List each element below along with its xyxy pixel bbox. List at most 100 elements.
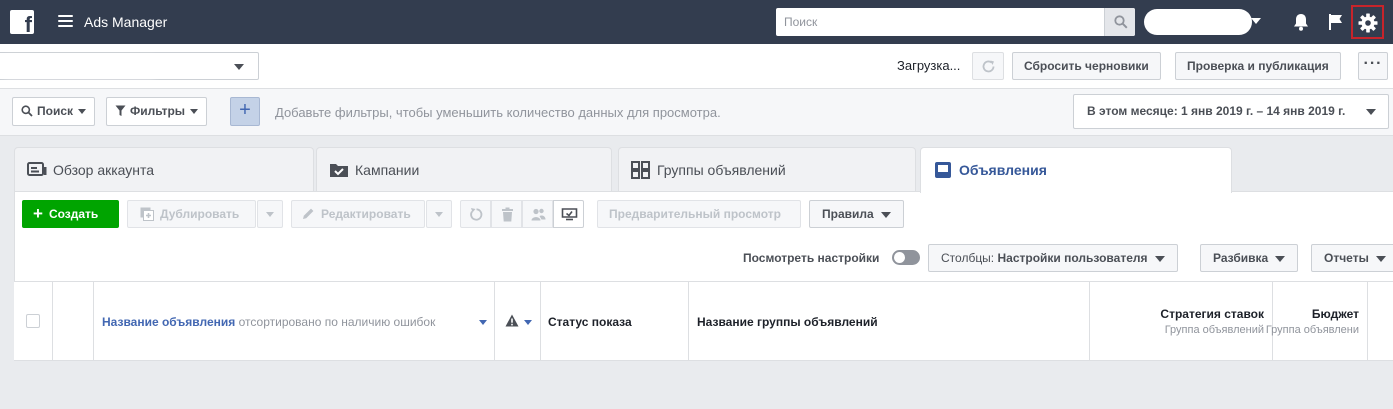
chevron-down-icon bbox=[266, 212, 274, 217]
column-errors[interactable] bbox=[495, 282, 541, 361]
filter-bar: Поиск Фильтры + Добавьте фильтры, чтобы … bbox=[0, 89, 1393, 136]
column-ad-set-name[interactable]: Название группы объявлений bbox=[689, 282, 1090, 361]
tab-campaigns[interactable]: Кампании bbox=[316, 147, 612, 191]
search-icon bbox=[1114, 15, 1128, 29]
tab-label: Группы объявлений bbox=[657, 162, 786, 178]
search-input[interactable] bbox=[776, 8, 1104, 36]
chevron-down-icon bbox=[1375, 255, 1386, 262]
review-and-publish-button[interactable]: Проверка и публикация bbox=[1175, 52, 1341, 80]
ad-name-header-text: Название объявления отсортировано по нал… bbox=[102, 315, 435, 329]
breakdown-label: Разбивка bbox=[1213, 251, 1269, 265]
edit-label: Редактировать bbox=[321, 207, 411, 221]
tab-ad-sets[interactable]: Группы объявлений bbox=[618, 147, 916, 191]
columns-button[interactable]: Столбцы: Настройки пользователя bbox=[928, 244, 1178, 272]
flag-icon[interactable] bbox=[1325, 11, 1347, 33]
bell-icon[interactable] bbox=[1290, 11, 1312, 33]
trash-icon bbox=[502, 207, 513, 222]
refresh-button[interactable] bbox=[972, 52, 1004, 80]
preview-button[interactable]: Предварительный просмотр bbox=[597, 200, 801, 228]
column-ad-name[interactable]: Название объявления отсортировано по нал… bbox=[94, 282, 495, 361]
duplicate-dropdown[interactable] bbox=[257, 200, 283, 228]
delete-button[interactable] bbox=[491, 200, 522, 228]
discard-drafts-button[interactable]: Сбросить черновики bbox=[1012, 52, 1161, 80]
tab-account-overview[interactable]: Обзор аккаунта bbox=[14, 147, 314, 191]
select-all-checkbox[interactable] bbox=[26, 314, 40, 328]
refresh-icon bbox=[982, 60, 995, 73]
ad-icon bbox=[935, 162, 951, 178]
table-header: Название объявления отсортировано по нал… bbox=[14, 281, 1393, 361]
duplicate-button[interactable]: Дублировать bbox=[127, 200, 256, 228]
more-options-button[interactable]: ··· bbox=[1358, 52, 1388, 80]
chevron-down-icon bbox=[78, 109, 87, 115]
tab-label: Объявления bbox=[959, 162, 1047, 178]
budget-title: Бюджет bbox=[1311, 307, 1359, 321]
edit-dropdown[interactable] bbox=[426, 200, 452, 228]
date-range-picker[interactable]: В этом месяце: 1 янв 2019 г. – 14 янв 20… bbox=[1073, 94, 1389, 129]
search-filter-button[interactable]: Поиск bbox=[12, 97, 96, 126]
revert-button[interactable] bbox=[460, 200, 491, 228]
create-button[interactable]: + Создать bbox=[22, 200, 119, 228]
facebook-logo[interactable]: f bbox=[10, 10, 34, 34]
breakdown-button[interactable]: Разбивка bbox=[1200, 244, 1299, 272]
account-overview-icon bbox=[27, 162, 47, 176]
preview-toggle-button[interactable] bbox=[553, 200, 584, 228]
people-icon bbox=[531, 208, 546, 221]
select-all-column bbox=[14, 282, 53, 361]
budget-subtitle: Группа объявлени bbox=[1265, 324, 1359, 336]
ad-name-header[interactable]: Название объявления bbox=[102, 315, 235, 329]
chevron-down-icon bbox=[1366, 109, 1376, 115]
search-button[interactable] bbox=[1104, 8, 1135, 36]
search-filter-label: Поиск bbox=[37, 104, 74, 118]
plus-icon: + bbox=[33, 204, 43, 223]
tab-ads[interactable]: Объявления bbox=[920, 147, 1232, 193]
pencil-icon bbox=[303, 208, 314, 220]
chevron-down-icon bbox=[1275, 255, 1286, 262]
global-search bbox=[776, 8, 1135, 36]
bid-strategy-title: Стратегия ставок bbox=[1160, 307, 1264, 321]
filter-hint-text[interactable]: Добавьте фильтры, чтобы уменьшить количе… bbox=[275, 105, 721, 120]
create-label: Создать bbox=[48, 207, 99, 221]
edit-button[interactable]: Редактировать bbox=[291, 200, 425, 228]
ad-account-selector[interactable] bbox=[0, 52, 259, 80]
settings-button[interactable] bbox=[1351, 5, 1384, 39]
chevron-down-icon bbox=[1154, 255, 1165, 262]
audience-button[interactable] bbox=[522, 200, 553, 228]
reports-label: Отчеты bbox=[1324, 251, 1369, 265]
sort-caret-icon[interactable] bbox=[479, 320, 487, 325]
toggle-knob bbox=[894, 252, 905, 263]
sort-note: отсортировано по наличию ошибок bbox=[238, 315, 436, 329]
folder-check-icon bbox=[330, 164, 348, 177]
column-delivery-status[interactable]: Статус показа bbox=[541, 282, 689, 361]
account-name-redacted bbox=[0, 57, 160, 77]
sort-caret-icon[interactable] bbox=[524, 320, 532, 325]
undo-icon bbox=[470, 208, 483, 221]
funnel-icon bbox=[115, 105, 126, 116]
column-bid-strategy[interactable]: Стратегия ставок Группа объявлений bbox=[1090, 282, 1273, 361]
delivery-status-header: Статус показа bbox=[548, 315, 632, 329]
filters-button[interactable]: Фильтры bbox=[106, 97, 208, 126]
chevron-down-icon bbox=[435, 212, 443, 217]
chevron-down-icon bbox=[190, 109, 199, 115]
menu-icon[interactable] bbox=[58, 15, 73, 28]
reports-button[interactable]: Отчеты bbox=[1311, 244, 1393, 272]
column-budget[interactable]: Бюджет Группа объявлени bbox=[1266, 282, 1368, 361]
add-filter-button[interactable]: + bbox=[230, 97, 260, 126]
ad-set-name-header: Название группы объявлений bbox=[697, 315, 878, 329]
top-navigation-bar: f Ads Manager bbox=[0, 0, 1393, 44]
view-settings-toggle[interactable] bbox=[892, 250, 920, 265]
tab-label: Кампании bbox=[355, 162, 420, 178]
columns-prefix: Столбцы: bbox=[941, 251, 995, 265]
account-menu[interactable] bbox=[1144, 9, 1252, 35]
budget-header: Бюджет Группа объявлени bbox=[1266, 307, 1359, 336]
chevron-down-icon bbox=[234, 64, 244, 70]
chevron-down-icon[interactable] bbox=[1251, 18, 1261, 24]
columns-value: Настройки пользователя bbox=[997, 251, 1148, 265]
rules-label: Правила bbox=[822, 207, 874, 221]
gear-icon bbox=[1358, 13, 1378, 33]
filters-label: Фильтры bbox=[130, 104, 186, 118]
rules-button[interactable]: Правила bbox=[809, 200, 904, 228]
bid-strategy-subtitle: Группа объявлений bbox=[1164, 324, 1264, 336]
warning-icon bbox=[505, 314, 519, 327]
loading-status: Загрузка... bbox=[897, 58, 961, 73]
duplicate-icon bbox=[140, 207, 154, 221]
